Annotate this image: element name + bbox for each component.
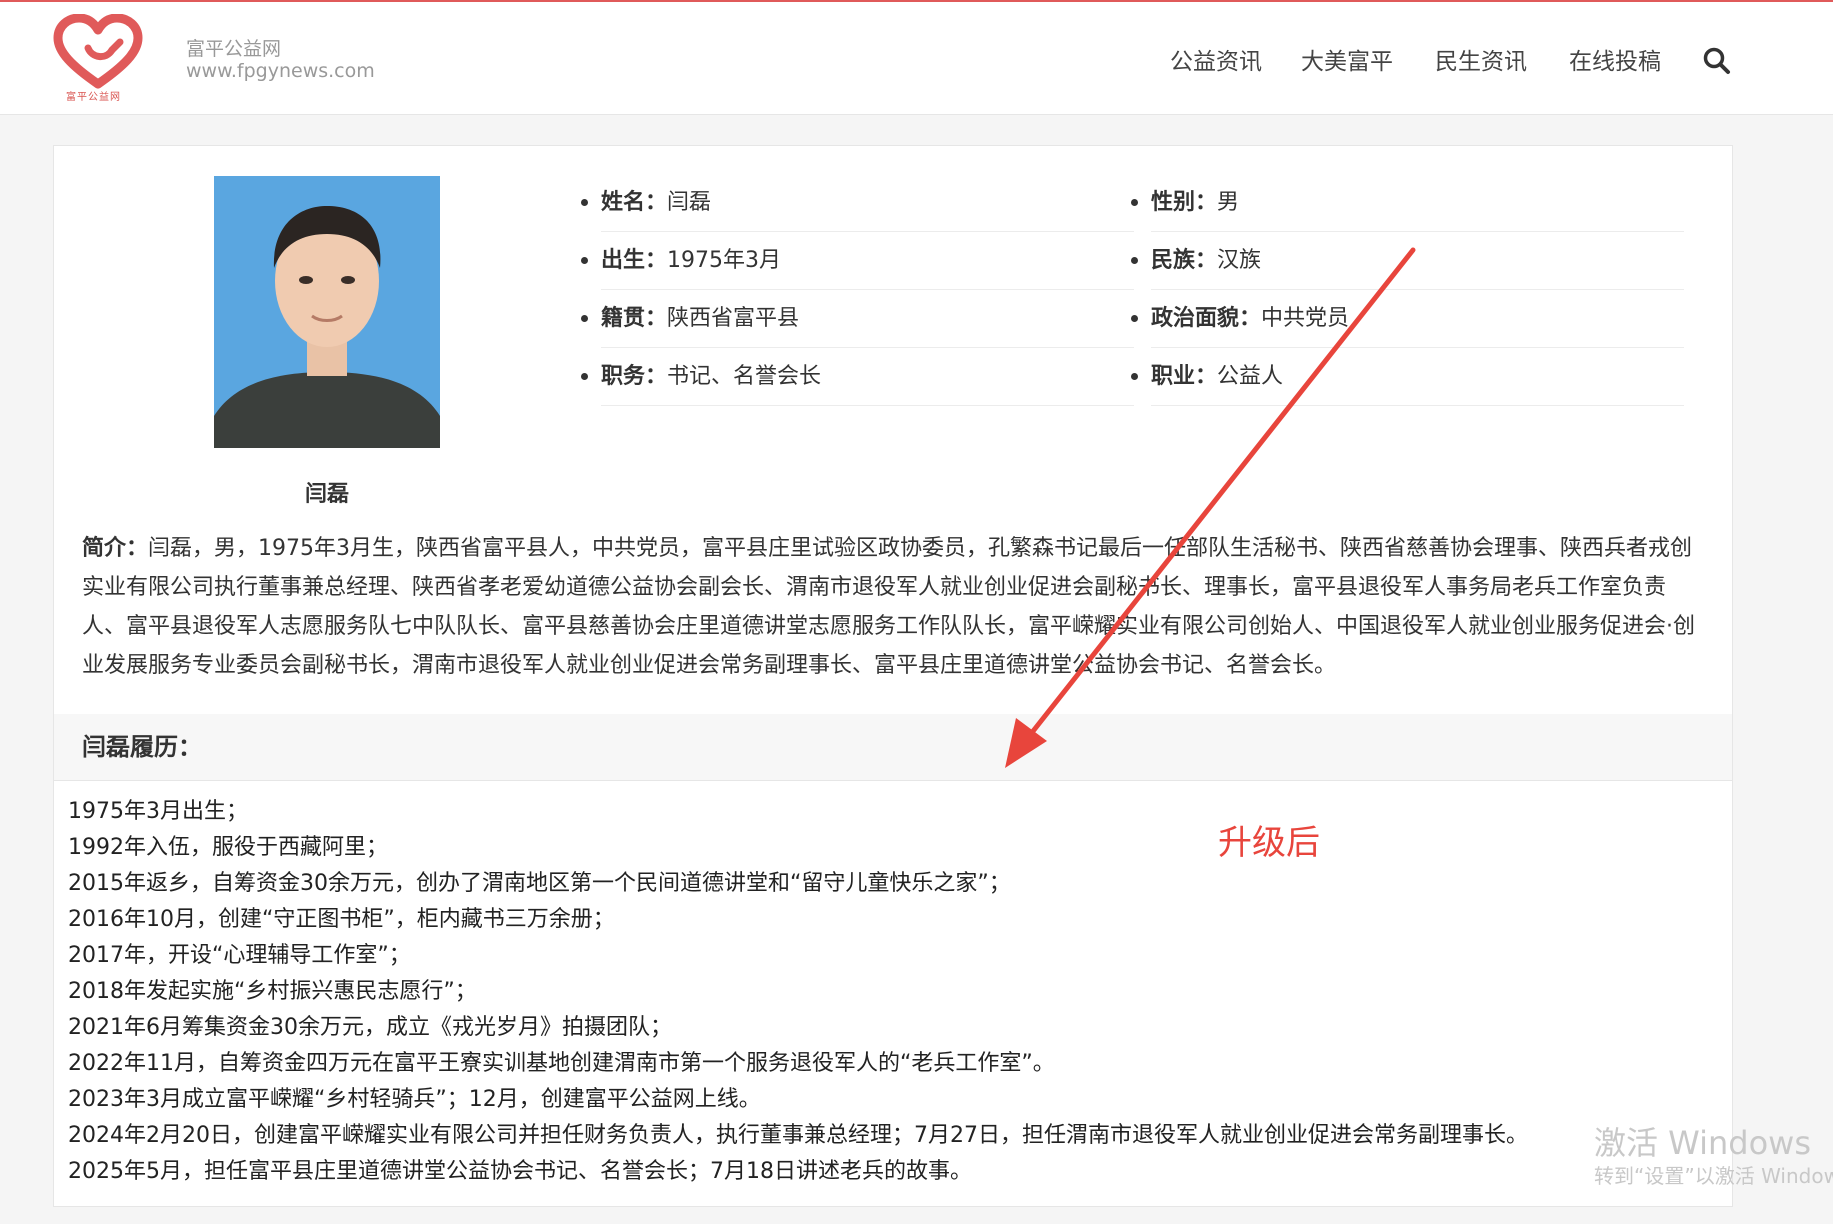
attr-political-status: 政治面貌：中共党员 — [1131, 290, 1684, 348]
timeline-item: 2016年10月，创建“守正图书柜”，柜内藏书三万余册； — [68, 907, 615, 932]
annotation-label: 升级后 — [1218, 823, 1320, 863]
bullet-icon — [581, 257, 588, 264]
attr-position: 职务：书记、名誉会长 — [581, 348, 1134, 406]
profile-introduction: 简介：闫磊，男，1975年3月生，陕西省富平县人，中共党员，富平县庄里试验区政协… — [82, 529, 1704, 685]
windows-activation-hint: 转到“设置”以激活 Windows。 — [1594, 1164, 1833, 1188]
intro-text: 闫磊，男，1975年3月生，陕西省富平县人，中共党员，富平县庄里试验区政协委员，… — [82, 536, 1695, 678]
timeline-item: 2022年11月，自筹资金四万元在富平王寮实训基地创建渭南市第一个服务退役军人的… — [68, 1051, 1055, 1076]
profile-card: 闫磊 姓名：闫磊 性别：男 出生：1975年3月 民族：汉族 籍贯：陕西省富平县… — [53, 145, 1733, 1207]
bullet-icon — [1131, 257, 1138, 264]
heart-logo-icon — [53, 14, 143, 89]
intro-label: 简介： — [82, 536, 149, 561]
timeline-item: 2015年返乡，自筹资金30余万元，创办了渭南地区第一个民间道德讲堂和“留守儿童… — [68, 871, 1011, 896]
nav-item-beautiful-fuping[interactable]: 大美富平 — [1301, 42, 1393, 76]
nav-item-online-submission[interactable]: 在线投稿 — [1569, 42, 1661, 76]
attr-ethnicity: 民族：汉族 — [1131, 232, 1684, 290]
attr-birth: 出生：1975年3月 — [581, 232, 1134, 290]
logo-caption: 富平公益网 — [66, 92, 121, 103]
windows-activation-watermark: 激活 Windows — [1594, 1124, 1812, 1162]
attr-name: 姓名：闫磊 — [581, 174, 1134, 232]
timeline-item: 2021年6月筹集资金30余万元，成立《戎光岁月》拍摄团队； — [68, 1015, 672, 1040]
photo-caption: 闫磊 — [304, 482, 349, 507]
search-button[interactable] — [1700, 44, 1734, 78]
attr-occupation: 职业：公益人 — [1131, 348, 1684, 406]
site-header: 富平公益网 富平公益网 www.fpgynews.com 公益资讯 大美富平 民… — [0, 2, 1833, 115]
bullet-icon — [1131, 199, 1138, 206]
bullet-icon — [1131, 373, 1138, 380]
timeline-item: 2018年发起实施“乡村振兴惠民志愿行”； — [68, 979, 477, 1004]
profile-photo — [214, 176, 440, 448]
site-name: 富平公益网 — [186, 38, 282, 60]
timeline-item: 2024年2月20日，创建富平嵘耀实业有限公司并担任财务负责人，执行董事兼总经理… — [68, 1123, 1528, 1148]
nav-item-public-welfare-news[interactable]: 公益资讯 — [1170, 42, 1262, 76]
attr-gender: 性别：男 — [1131, 174, 1684, 232]
bullet-icon — [1131, 315, 1138, 322]
resume-heading-bar: 闫磊履历： — [54, 714, 1732, 781]
timeline-item: 2023年3月成立富平嵘耀“乡村轻骑兵”；12月，创建富平公益网上线。 — [68, 1087, 761, 1112]
site-logo[interactable]: 富平公益网 — [52, 14, 144, 104]
bullet-icon — [581, 315, 588, 322]
bullet-icon — [581, 373, 588, 380]
timeline-item: 2025年5月，担任富平县庄里道德讲堂公益协会书记、名誉会长；7月18日讲述老兵… — [68, 1159, 972, 1184]
timeline-item: 2017年，开设“心理辅导工作室”； — [68, 943, 411, 968]
bullet-icon — [581, 199, 588, 206]
search-icon — [1703, 47, 1730, 74]
resume-title: 闫磊履历： — [82, 733, 202, 761]
nav-item-livelihood-news[interactable]: 民生资讯 — [1435, 42, 1527, 76]
site-url: www.fpgynews.com — [186, 60, 375, 82]
attr-native-place: 籍贯：陕西省富平县 — [581, 290, 1134, 348]
